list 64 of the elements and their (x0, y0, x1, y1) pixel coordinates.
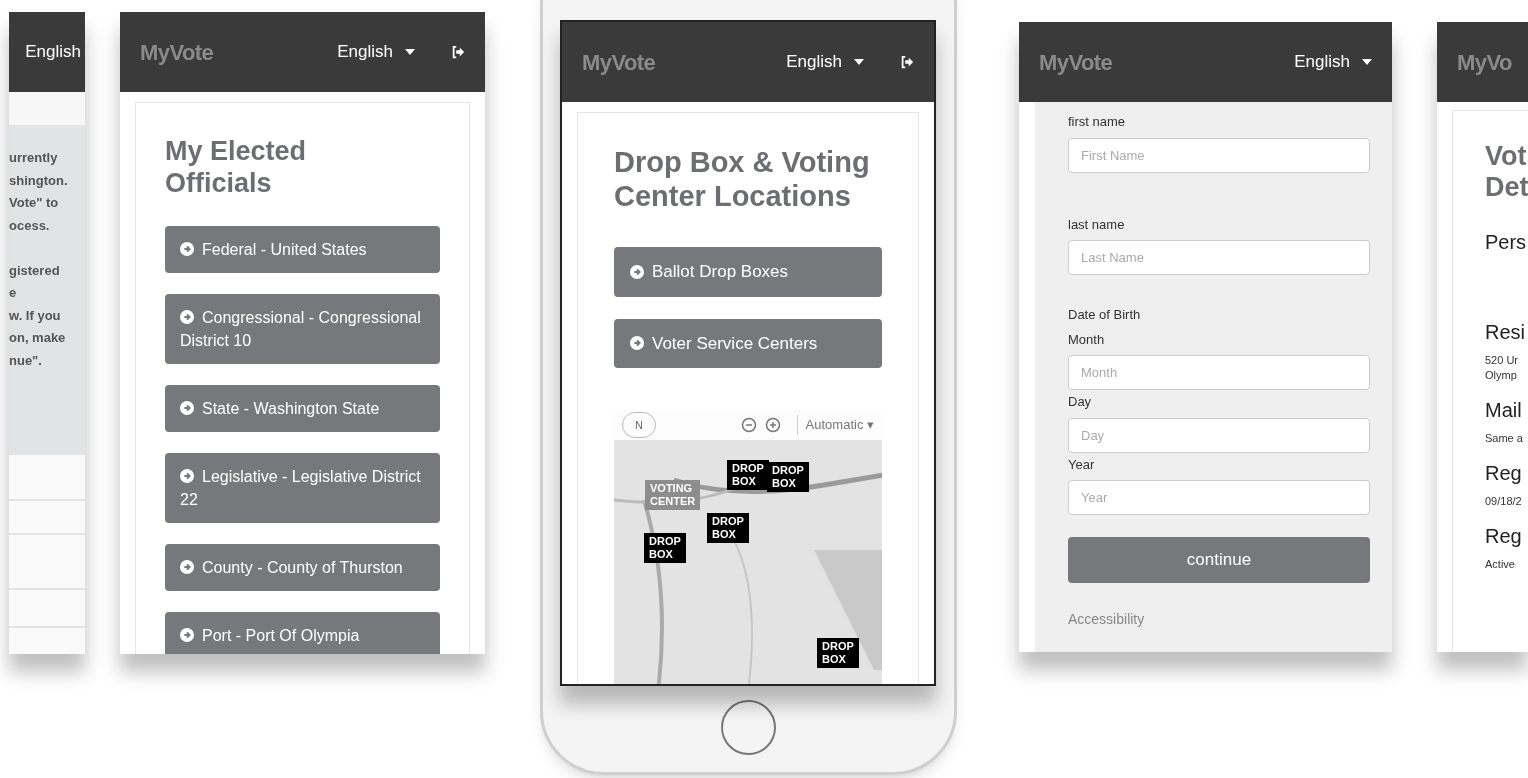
text-input[interactable]: Last Name (1068, 240, 1370, 275)
section-text: 520 Ur Olymp (1485, 353, 1520, 383)
zoom-out-icon (740, 417, 757, 433)
page-title: My Elected Officials (165, 135, 308, 199)
map-style-dropdown[interactable]: Automatic ▾ (796, 415, 874, 435)
section-heading: Reg (1485, 461, 1523, 486)
arrow-circle-icon (180, 310, 194, 324)
app-logo: MyVote (140, 38, 214, 67)
page-title: Drop Box & Voting Center Locations (614, 145, 871, 213)
text-input[interactable]: Day (1068, 417, 1370, 453)
nav-button[interactable]: Voter Service Centers (614, 318, 882, 368)
zoom-out-button[interactable] (740, 417, 757, 433)
language-dropdown[interactable]: English (337, 39, 415, 65)
text-input[interactable]: Month (1068, 355, 1370, 390)
section-heading: Resi (1485, 320, 1526, 345)
nav-button[interactable]: Port - Port Of Olympia (165, 612, 440, 654)
field-label: Day (1068, 393, 1093, 411)
zoom-in-icon (764, 417, 781, 433)
arrow-circle-icon (630, 264, 644, 279)
logout-button[interactable] (451, 45, 465, 59)
section-heading: Mail (1485, 398, 1523, 423)
section-heading: Reg (1485, 524, 1523, 549)
accessibility-link[interactable]: Accessibility (1068, 609, 1145, 630)
field-label: Year (1068, 455, 1096, 474)
arrow-circle-icon (180, 401, 194, 415)
message-text: urrently shington. Vote" to ocess. (9, 149, 69, 235)
language-dropdown[interactable]: English (25, 39, 81, 65)
map-marker[interactable]: DROP BOX (767, 462, 809, 492)
text-input[interactable]: First Name (1068, 137, 1370, 173)
language-dropdown[interactable]: English (786, 49, 864, 75)
message-text: gistered e w. If you on, make nue". (9, 261, 67, 370)
field-label: Month (1068, 330, 1106, 349)
arrow-circle-icon (180, 242, 194, 256)
field-label: first name (1068, 113, 1127, 131)
arrow-circle-icon (180, 560, 194, 574)
map-marker[interactable]: DROP BOX (644, 533, 686, 563)
arrow-circle-icon (630, 336, 644, 351)
text-input[interactable]: Year (1068, 480, 1370, 515)
page-title: Vot Det (1485, 141, 1528, 203)
section-text: 09/18/2 (1485, 494, 1523, 509)
map-marker[interactable]: VOTING CENTER (645, 480, 701, 510)
logout-button[interactable] (900, 55, 914, 69)
nav-button[interactable]: County - County of Thurston (165, 544, 440, 591)
map-marker[interactable]: DROP BOX (707, 513, 749, 543)
nav-button[interactable]: Federal - United States (165, 226, 440, 273)
section-heading: Pers (1485, 230, 1528, 255)
section-text: Same a (1485, 431, 1524, 446)
arrow-circle-icon (180, 628, 194, 642)
section-text: Active (1485, 557, 1516, 572)
nav-button[interactable]: Congressional - Congressional District 10 (165, 294, 440, 364)
nav-button[interactable]: State - Washington State (165, 385, 440, 432)
map-marker[interactable]: DROP BOX (817, 638, 859, 668)
app-logo: MyVote (582, 48, 656, 77)
continue-button[interactable]: continue (1068, 537, 1370, 583)
group-label: Date of Birth (1068, 306, 1142, 324)
app-logo: MyVote (1039, 48, 1113, 77)
field-label: last name (1068, 215, 1126, 234)
language-dropdown[interactable]: English (1294, 49, 1372, 75)
map-marker[interactable]: DROP BOX (727, 460, 769, 490)
nav-button[interactable]: Ballot Drop Boxes (614, 247, 882, 297)
arrow-circle-icon (180, 469, 194, 483)
zoom-in-button[interactable] (764, 417, 781, 433)
nav-button[interactable]: Legislative - Legislative District 22 (165, 453, 440, 523)
app-logo: MyVo (1457, 48, 1512, 77)
